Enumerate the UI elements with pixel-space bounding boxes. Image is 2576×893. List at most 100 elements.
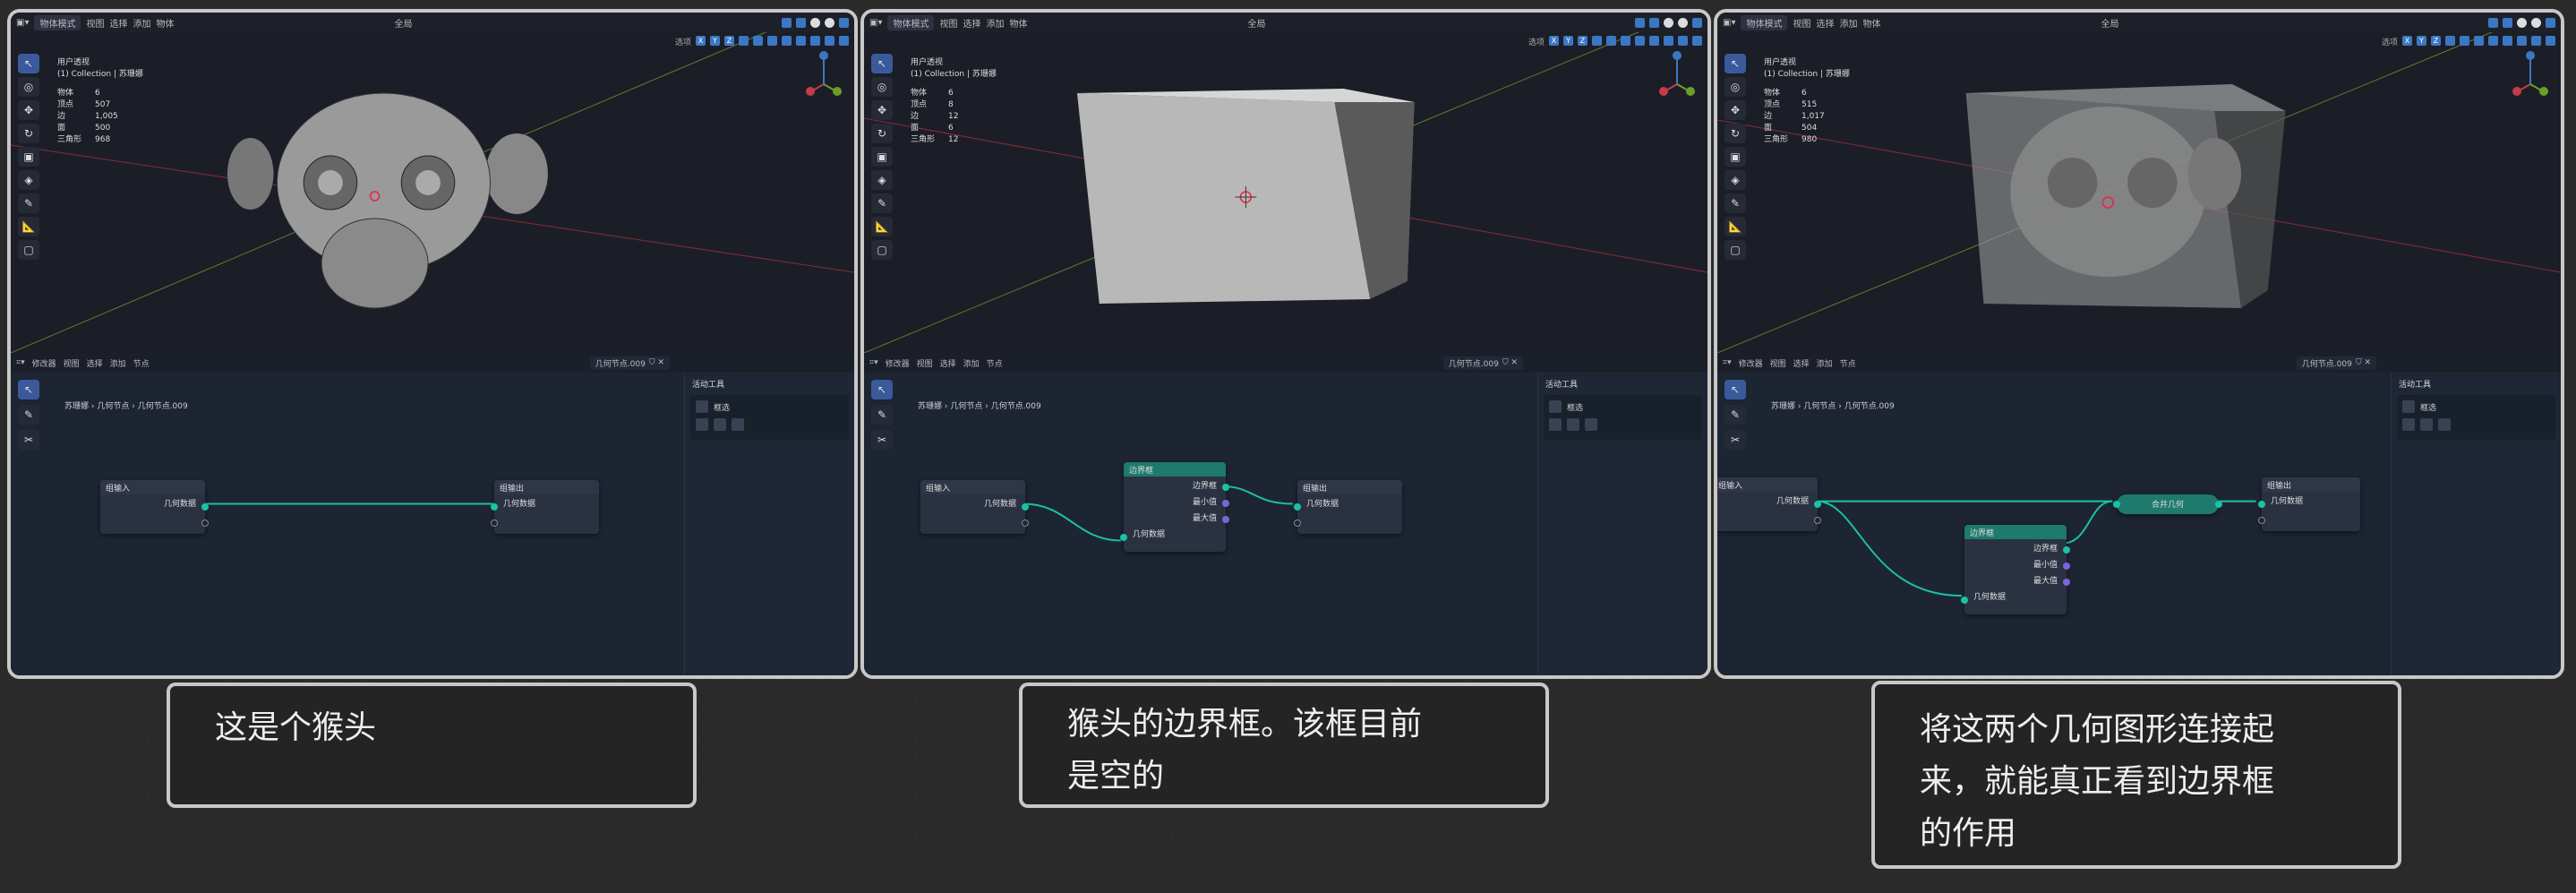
rotate-tool-icon[interactable]: ↻ <box>18 124 39 143</box>
menu-modifier[interactable]: 修改器 <box>32 357 56 369</box>
bounding-box-node[interactable]: 边界框 边界框 最小值 最大值 几何数据 <box>1120 462 1229 552</box>
empty-socket[interactable] <box>491 519 498 527</box>
rotate-tool-icon[interactable]: ↻ <box>871 124 893 143</box>
mode-icon[interactable] <box>1549 418 1562 431</box>
bounding-box-node[interactable]: 边界框 边界框 最小值 最大值 几何数据 <box>1961 525 2070 614</box>
shading-icons[interactable] <box>2488 17 2555 28</box>
empty-socket[interactable] <box>1022 519 1029 527</box>
scale-tool-icon[interactable]: ▣ <box>871 147 893 167</box>
menu-add[interactable]: 添加 <box>133 16 150 30</box>
shading-icons[interactable] <box>1635 17 1702 28</box>
join-out-socket[interactable] <box>2215 501 2222 508</box>
transform-tool-icon[interactable]: ◈ <box>1724 170 1746 190</box>
measure-tool-icon[interactable]: 📐 <box>871 217 893 236</box>
editor-type-icon[interactable]: ▣▾ <box>869 18 882 28</box>
empty-socket[interactable] <box>1814 517 1821 524</box>
rotate-tool-icon[interactable]: ↻ <box>1724 124 1746 143</box>
menu-object[interactable]: 物体 <box>156 16 174 30</box>
annotate-tool-icon[interactable]: ✎ <box>1724 193 1746 213</box>
gizmo-icons[interactable]: 选项 XYZ <box>2382 35 2555 47</box>
3d-viewport[interactable]: ▣▾ 物体模式 视图 选择 添加 物体 全局 选项 XYZ ↖ ◎ ✥ ↻ ▣ … <box>11 13 854 353</box>
measure-tool-icon[interactable]: 📐 <box>1724 217 1746 236</box>
menu-select[interactable]: 选择 <box>109 16 127 30</box>
node-canvas[interactable]: 苏珊娜 › 几何节点 › 几何节点.009 组输入 几何数据 组输出 几何数据 <box>11 373 684 675</box>
geometry-socket[interactable] <box>2258 501 2265 508</box>
move-tool-icon[interactable]: ✥ <box>871 100 893 120</box>
geometry-socket[interactable] <box>491 503 498 511</box>
mode-select[interactable]: 物体模式 <box>1741 14 1788 30</box>
menu-view[interactable]: 视图 <box>64 357 80 369</box>
geometry-socket[interactable] <box>201 503 209 511</box>
menu-modifier[interactable]: 修改器 <box>1739 357 1763 369</box>
menu-view[interactable]: 视图 <box>939 16 957 30</box>
move-tool-icon[interactable]: ✥ <box>1724 100 1746 120</box>
transform-tool-icon[interactable]: ◈ <box>18 170 39 190</box>
menu-add[interactable]: 添加 <box>986 16 1004 30</box>
mode-icon[interactable] <box>732 418 744 431</box>
join-geometry-node[interactable]: 合并几何 <box>2113 494 2222 514</box>
transform-global[interactable]: 全局 <box>2101 16 2118 30</box>
node-tree-selector[interactable]: 几何节点.009 ⛉ ✕ <box>589 356 670 370</box>
3d-viewport[interactable]: ▣▾ 物体模式 视图 选择 添加 物体 全局 选项 XYZ ↖ ◎ ✥ ↻ ▣ … <box>1717 13 2561 353</box>
menu-view[interactable]: 视图 <box>86 16 104 30</box>
select-tool-icon[interactable]: ↖ <box>871 54 893 73</box>
bbox-socket[interactable] <box>1222 484 1229 491</box>
node-canvas[interactable]: 苏珊娜 › 几何节点 › 几何节点.009 组输入 几何数据 边界框 边界框 最… <box>864 373 1537 675</box>
mode-icon[interactable] <box>714 418 726 431</box>
mode-icon[interactable] <box>1585 418 1597 431</box>
menu-node[interactable]: 节点 <box>133 357 150 369</box>
node-tree-selector[interactable]: 几何节点.009 ⛉ ✕ <box>2296 356 2376 370</box>
group-input-node[interactable]: 组输入 几何数据 <box>920 480 1029 534</box>
3d-viewport[interactable]: ▣▾ 物体模式 视图 选择 添加 物体 全局 选项 XYZ ↖ ◎ ✥ ↻ ▣ … <box>864 13 1707 353</box>
empty-socket[interactable] <box>201 519 209 527</box>
editor-type-icon[interactable]: ⌗▾ <box>869 358 878 367</box>
annotate-tool-icon[interactable]: ✎ <box>871 193 893 213</box>
max-socket[interactable] <box>2063 579 2070 586</box>
menu-modifier[interactable]: 修改器 <box>886 357 910 369</box>
empty-socket[interactable] <box>2258 517 2265 524</box>
bbox-socket[interactable] <box>2063 546 2070 554</box>
cursor-tool-icon[interactable]: ◎ <box>18 77 39 97</box>
mode-icon[interactable] <box>2420 418 2433 431</box>
geometry-socket[interactable] <box>1814 501 1821 508</box>
menu-select[interactable]: 选择 <box>940 357 956 369</box>
add-cube-tool-icon[interactable]: ▢ <box>1724 240 1746 260</box>
shading-icons[interactable] <box>782 17 849 28</box>
measure-tool-icon[interactable]: 📐 <box>18 217 39 236</box>
transform-tool-icon[interactable]: ◈ <box>871 170 893 190</box>
menu-add[interactable]: 添加 <box>963 357 980 369</box>
editor-type-icon[interactable]: ⌗▾ <box>16 358 25 367</box>
menu-node[interactable]: 节点 <box>1840 357 1856 369</box>
menu-select[interactable]: 选择 <box>87 357 103 369</box>
menu-object[interactable]: 物体 <box>1862 16 1880 30</box>
select-tool-icon[interactable]: ↖ <box>18 54 39 73</box>
menu-add[interactable]: 添加 <box>1817 357 1833 369</box>
menu-select[interactable]: 选择 <box>963 16 980 30</box>
min-socket[interactable] <box>1222 500 1229 507</box>
editor-type-icon[interactable]: ▣▾ <box>16 18 29 28</box>
navigation-gizmo-icon[interactable] <box>2512 48 2548 111</box>
menu-add[interactable]: 添加 <box>110 357 126 369</box>
editor-type-icon[interactable]: ⌗▾ <box>1723 358 1732 367</box>
geometry-in-socket[interactable] <box>1961 597 1968 604</box>
mode-icon[interactable] <box>2438 418 2451 431</box>
group-output-node[interactable]: 组输出 几何数据 <box>1294 480 1402 534</box>
navigation-gizmo-icon[interactable] <box>806 48 842 111</box>
menu-view[interactable]: 视图 <box>917 357 933 369</box>
max-socket[interactable] <box>1222 516 1229 523</box>
group-input-node[interactable]: 组输入 几何数据 <box>100 480 209 534</box>
transform-global[interactable]: 全局 <box>1247 16 1265 30</box>
box-select-icon[interactable] <box>696 400 708 413</box>
join-in-socket[interactable] <box>2113 501 2120 508</box>
navigation-gizmo-icon[interactable] <box>1659 48 1695 111</box>
group-output-node[interactable]: 组输出 几何数据 <box>2258 477 2360 531</box>
geometry-socket[interactable] <box>1022 503 1029 511</box>
geometry-in-socket[interactable] <box>1120 534 1127 541</box>
mode-icon[interactable] <box>1567 418 1579 431</box>
empty-socket[interactable] <box>1294 519 1301 527</box>
gizmo-icons[interactable]: 选项 XYZ <box>1528 35 1702 47</box>
min-socket[interactable] <box>2063 562 2070 570</box>
annotate-tool-icon[interactable]: ✎ <box>18 193 39 213</box>
mode-icon[interactable] <box>2402 418 2415 431</box>
scale-tool-icon[interactable]: ▣ <box>1724 147 1746 167</box>
